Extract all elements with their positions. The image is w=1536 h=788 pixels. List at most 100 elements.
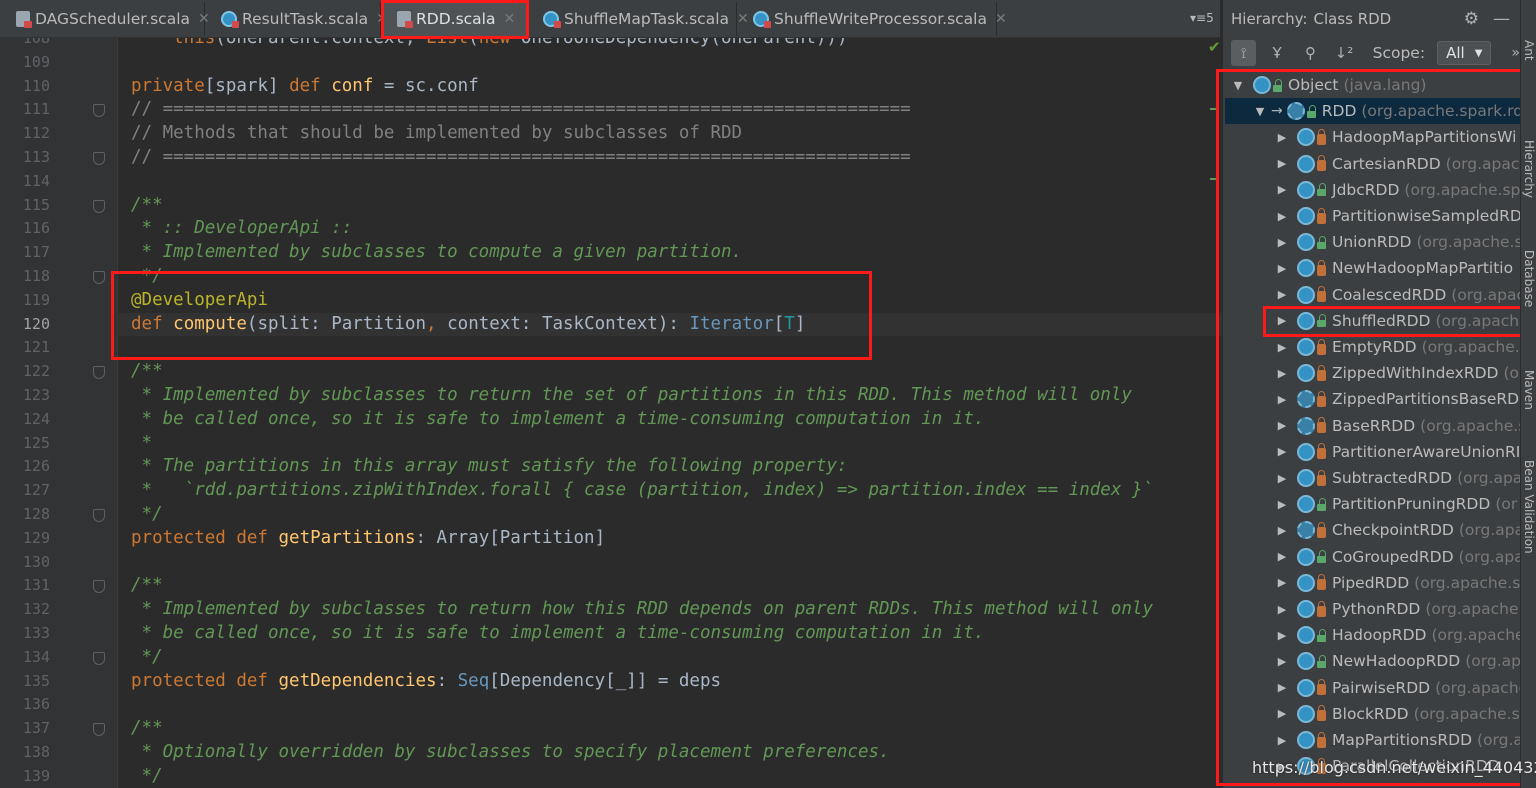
- fold-marker-icon[interactable]: [93, 104, 105, 118]
- fold-marker-icon[interactable]: [93, 723, 105, 737]
- expand-arrow-right-icon[interactable]: ▶: [1275, 707, 1289, 720]
- expand-arrow-right-icon[interactable]: ▶: [1275, 419, 1289, 432]
- expand-arrow-right-icon[interactable]: ▶: [1275, 341, 1289, 354]
- expand-arrow-down-icon[interactable]: ▼: [1231, 79, 1245, 92]
- subtypes-hierarchy-icon[interactable]: ⚲: [1298, 40, 1323, 66]
- code-line[interactable]: private[spark] def conf = sc.conf: [118, 75, 1222, 99]
- code-line[interactable]: * Implemented by subclasses to return th…: [118, 384, 1222, 408]
- hierarchy-tree-item[interactable]: ▶ CoalescedRDD (org.apac: [1225, 282, 1521, 308]
- gear-icon[interactable]: ⚙: [1464, 9, 1479, 29]
- code-line[interactable]: this(oneParent.context, List(new OneToOn…: [118, 38, 1222, 51]
- code-line[interactable]: */: [118, 765, 1222, 788]
- expand-arrow-right-icon[interactable]: ▶: [1275, 472, 1289, 485]
- hierarchy-tree-item[interactable]: ▶ PartitionwiseSampledRD: [1225, 203, 1521, 229]
- fold-marker-icon[interactable]: [93, 509, 105, 522]
- expand-arrow-right-icon[interactable]: ▶: [1275, 655, 1289, 668]
- hierarchy-tree-item[interactable]: ▶ BlockRDD (org.apache.sp: [1225, 701, 1521, 727]
- code-editor[interactable]: 108 109 110 111 112 113 114 115 116 117 118 119 120 1…: [0, 38, 1222, 788]
- expand-arrow-right-icon[interactable]: ▶: [1275, 236, 1289, 249]
- hierarchy-tree-item[interactable]: ▶ JdbcRDD (org.apache.sp: [1225, 177, 1521, 203]
- hierarchy-tree-item[interactable]: ▼ → RDD(org.apache.spark.rdd): [1225, 98, 1521, 125]
- code-line[interactable]: // =====================================…: [118, 146, 1222, 170]
- expand-arrow-right-icon[interactable]: ▶: [1275, 603, 1289, 616]
- sort-alphabetically-icon[interactable]: ↓²: [1331, 40, 1356, 66]
- code-line[interactable]: * Implemented by subclasses to return ho…: [118, 598, 1222, 622]
- fold-marker-icon[interactable]: [93, 366, 105, 380]
- hierarchy-tree-item[interactable]: ▶ NewHadoopRDD (org.ap: [1225, 648, 1521, 674]
- expand-arrow-right-icon[interactable]: ▶: [1275, 629, 1289, 642]
- hierarchy-tree-item[interactable]: ▶ PartitionerAwareUnionRI: [1225, 439, 1521, 465]
- code-line[interactable]: * Implemented by subclasses to compute a…: [118, 241, 1222, 265]
- code-line[interactable]: [118, 551, 1222, 575]
- code-line[interactable]: protected def getPartitions: Array[Parti…: [118, 527, 1222, 551]
- expand-arrow-right-icon[interactable]: ▶: [1275, 131, 1289, 144]
- tool-window-tab[interactable]: Hierarchy: [1522, 140, 1536, 198]
- expand-arrow-right-icon[interactable]: ▶: [1275, 157, 1289, 170]
- code-line[interactable]: protected def getDependencies: Seq[Depen…: [118, 670, 1222, 694]
- supertypes-hierarchy-icon[interactable]: Ұ: [1264, 40, 1289, 66]
- fold-marker-icon[interactable]: [93, 152, 105, 165]
- expand-arrow-right-icon[interactable]: ▶: [1275, 524, 1289, 537]
- hierarchy-tree-item[interactable]: ▶ EmptyRDD (org.apache.s: [1225, 334, 1521, 360]
- code-line[interactable]: [118, 693, 1222, 717]
- hierarchy-tree-item[interactable]: ▶ CheckpointRDD (org.apa: [1225, 517, 1521, 543]
- code-line[interactable]: // =====================================…: [118, 98, 1222, 122]
- expand-arrow-right-icon[interactable]: ▶: [1275, 550, 1289, 563]
- code-line[interactable]: * be called once, so it is safe to imple…: [118, 408, 1222, 432]
- code-line[interactable]: @DeveloperApi: [118, 289, 1222, 313]
- expand-arrow-right-icon[interactable]: ▶: [1275, 445, 1289, 458]
- expand-arrow-right-icon[interactable]: ▶: [1275, 314, 1289, 327]
- fold-marker-icon[interactable]: [93, 651, 105, 665]
- expand-arrow-right-icon[interactable]: ▶: [1275, 262, 1289, 275]
- code-line[interactable]: /**: [118, 574, 1222, 598]
- code-line[interactable]: /**: [118, 360, 1222, 384]
- expand-arrow-right-icon[interactable]: ▶: [1275, 576, 1289, 589]
- tool-window-tab[interactable]: Ant: [1522, 40, 1536, 61]
- code-line[interactable]: */: [118, 503, 1222, 527]
- tool-window-tab[interactable]: Maven: [1522, 370, 1536, 410]
- code-line[interactable]: /**: [118, 717, 1222, 741]
- code-line[interactable]: def compute(split: Partition, context: T…: [118, 313, 1222, 337]
- code-area[interactable]: this(oneParent.context, List(new OneToOn…: [118, 38, 1222, 788]
- hierarchy-tree-item[interactable]: ▶ ZippedPartitionsBaseRDI: [1225, 386, 1521, 412]
- expand-arrow-right-icon[interactable]: ▶: [1275, 734, 1289, 747]
- tool-window-tab[interactable]: Bean Validation: [1522, 460, 1536, 554]
- hierarchy-tree-item[interactable]: ▶ ZippedWithIndexRDD (o: [1225, 360, 1521, 386]
- editor-tab[interactable]: ResultTask.scala✕: [205, 2, 388, 36]
- expand-arrow-right-icon[interactable]: ▶: [1275, 498, 1289, 511]
- expand-arrow-right-icon[interactable]: ▶: [1275, 210, 1289, 223]
- expand-arrow-right-icon[interactable]: ▶: [1275, 367, 1289, 380]
- minimize-icon[interactable]: —: [1493, 9, 1510, 29]
- tool-window-tab[interactable]: Database: [1522, 250, 1536, 307]
- hierarchy-tree-item[interactable]: ▶ SubtractedRDD (org.apa: [1225, 465, 1521, 491]
- code-line[interactable]: [118, 51, 1222, 75]
- more-actions-icon[interactable]: »: [1511, 45, 1520, 61]
- code-line[interactable]: * `rdd.partitions.zipWithIndex.forall { …: [118, 479, 1222, 503]
- hierarchy-tree-item[interactable]: ▼ Object (java.lang): [1225, 72, 1521, 98]
- fold-marker-icon[interactable]: [93, 271, 105, 284]
- editor-tab[interactable]: DAGScheduler.scala ✕: [0, 2, 210, 36]
- code-line[interactable]: * be called once, so it is safe to imple…: [118, 622, 1222, 646]
- expand-arrow-right-icon[interactable]: ▶: [1275, 183, 1289, 196]
- hierarchy-tree-item[interactable]: ▶ NewHadoopMapPartitio: [1225, 255, 1521, 281]
- inspection-ok-icon[interactable]: ✔: [1208, 38, 1221, 56]
- close-tab-icon[interactable]: ✕: [995, 11, 1007, 27]
- fold-marker-icon[interactable]: [93, 199, 105, 213]
- hierarchy-tree-item[interactable]: ▶ CartesianRDD (org.apach: [1225, 151, 1521, 177]
- editor-tab[interactable]: ShuffleWriteProcessor.scala ✕: [737, 2, 1007, 36]
- hierarchy-tree-item[interactable]: ▶ PartitionPruningRDD (or: [1225, 491, 1521, 517]
- hierarchy-tree-item[interactable]: ▶ ShuffledRDD (org.apache: [1225, 308, 1521, 334]
- code-line[interactable]: * :: DeveloperApi ::: [118, 217, 1222, 241]
- code-line[interactable]: [118, 336, 1222, 360]
- hierarchy-tree[interactable]: ▼ Object (java.lang) ▼ → RDD (org.apache.spark…: [1225, 72, 1521, 788]
- scope-dropdown[interactable]: All ▼: [1437, 41, 1492, 65]
- hierarchy-tree-item[interactable]: ▶ PythonRDD (org.apache.: [1225, 596, 1521, 622]
- code-line[interactable]: // Methods that should be implemented by…: [118, 122, 1222, 146]
- hierarchy-tree-item[interactable]: ▶ HadoopMapPartitionsWi: [1225, 124, 1521, 150]
- expand-arrow-down-icon[interactable]: ▼: [1253, 105, 1267, 118]
- hierarchy-tree-item[interactable]: ▶ PipedRDD (org.apache.s: [1225, 570, 1521, 596]
- code-line[interactable]: *: [118, 432, 1222, 456]
- fold-marker-icon[interactable]: [93, 580, 105, 594]
- code-line[interactable]: */: [118, 646, 1222, 670]
- type-hierarchy-icon[interactable]: ⟟: [1231, 40, 1257, 66]
